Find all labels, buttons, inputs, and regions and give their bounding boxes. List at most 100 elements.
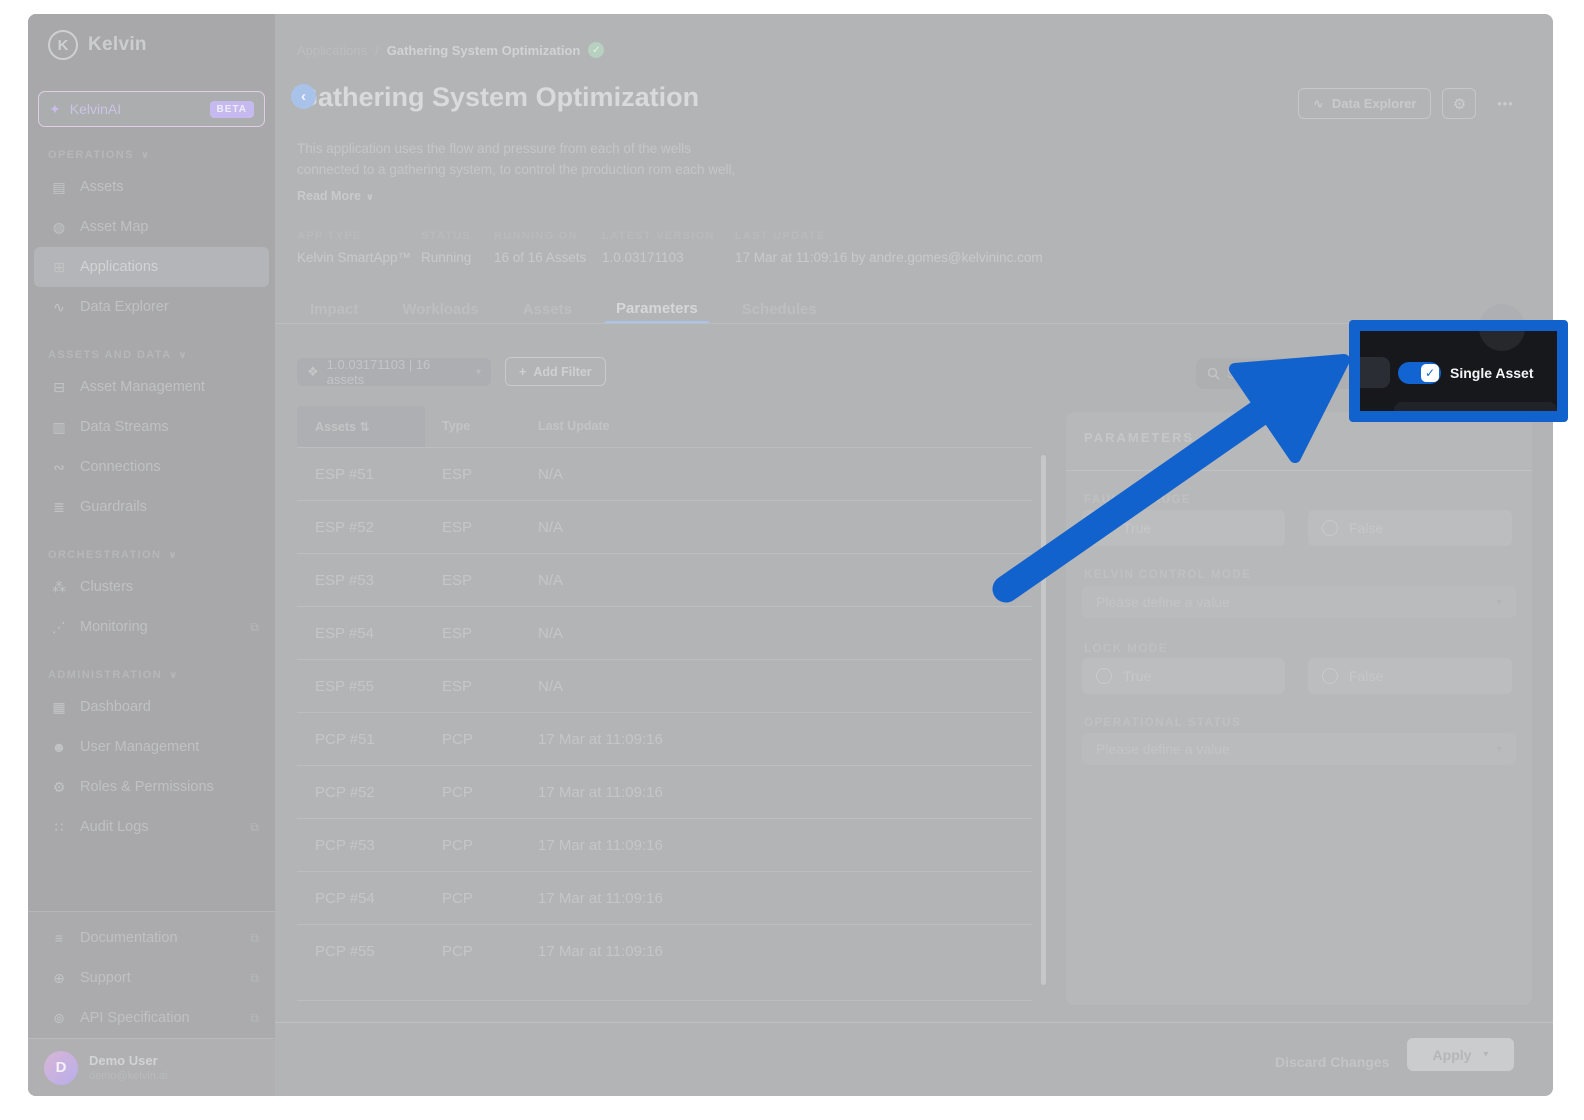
sidebar-item-label: Data Streams — [80, 419, 259, 435]
table-row[interactable]: PCP #51 PCP 17 Mar at 11:09:16 — [297, 712, 1032, 765]
sidebar-item-label: User Management — [80, 739, 259, 755]
parameters-title: PARAMETERS — [1084, 430, 1194, 445]
sidebar-item-connections[interactable]: ∾ Connections — [28, 447, 275, 487]
add-filter-button[interactable]: + Add Filter — [505, 357, 606, 386]
table-row[interactable]: PCP #53 PCP 17 Mar at 11:09:16 — [297, 818, 1032, 871]
ellipsis-icon: ••• — [1497, 96, 1514, 111]
sidebar: K Kelvin ✦ KelvinAI BETA OPERATIONS ∨ ▤ … — [28, 14, 275, 1096]
sidebar-item-user-management[interactable]: ☻ User Management — [28, 727, 275, 767]
chevron-down-icon: ∨ — [168, 550, 178, 561]
sidebar-collapse-button[interactable]: ‹ — [291, 84, 316, 109]
chevron-left-icon: ‹ — [301, 88, 306, 105]
sidebar-item-kelvinai[interactable]: ✦ KelvinAI BETA — [38, 91, 265, 127]
cell-last-update: N/A — [538, 466, 563, 483]
lock-mode-true-option[interactable]: True — [1082, 658, 1285, 694]
lock-mode-false-option[interactable]: False — [1308, 658, 1512, 694]
settings-button[interactable]: ⚙ — [1442, 88, 1476, 119]
sidebar-item-roles-permissions[interactable]: ⚙ Roles & Permissions — [28, 767, 275, 807]
external-link-icon: ⧉ — [250, 620, 259, 635]
discard-changes-button[interactable]: Discard Changes — [1275, 1054, 1389, 1070]
user-profile[interactable]: D Demo User demo@kelvin.ai — [28, 1038, 275, 1096]
column-header-assets[interactable]: Assets ⇅ — [315, 419, 370, 434]
breadcrumb-applications[interactable]: Applications — [297, 43, 367, 58]
radio-label: True — [1123, 520, 1151, 536]
section-header-assets-and-data[interactable]: ASSETS AND DATA ∨ — [28, 345, 275, 365]
meta-status: STATUS Running — [421, 230, 494, 265]
data-explorer-button[interactable]: ∿ Data Explorer — [1298, 88, 1431, 119]
read-more-label: Read More — [297, 189, 361, 203]
cell-asset: ESP #55 — [315, 678, 374, 695]
meta-value: 16 of 16 Assets — [494, 250, 602, 265]
sidebar-item-label: API Specification — [80, 1010, 238, 1026]
user-info: Demo User demo@kelvin.ai — [89, 1053, 167, 1082]
table-row[interactable]: ESP #52 ESP N/A — [297, 500, 1032, 553]
column-header-last-update[interactable]: Last Update — [538, 419, 610, 433]
sidebar-item-support[interactable]: ⊕ Support ⧉ — [28, 958, 275, 998]
sidebar-item-label: Support — [80, 970, 238, 986]
search-input[interactable]: Search for — [1196, 358, 1372, 389]
tab-schedules[interactable]: Schedules — [731, 295, 828, 324]
sidebar-item-audit-logs[interactable]: ∷ Audit Logs ⧉ — [28, 807, 275, 847]
sidebar-item-api-specification[interactable]: ⊚ API Specification ⧉ — [28, 998, 275, 1038]
main-content: Applications / Gathering System Optimiza… — [275, 14, 1553, 1096]
sidebar-item-assets[interactable]: ▤ Assets — [28, 167, 275, 207]
version-filter-chip[interactable]: ❖ 1.0.03171103 | 16 assets ▾ — [297, 358, 491, 386]
tab-workloads[interactable]: Workloads — [391, 295, 489, 324]
sidebar-item-data-explorer[interactable]: ∿ Data Explorer — [28, 287, 275, 327]
panel-divider — [1066, 470, 1532, 471]
sidebar-item-label: Clusters — [80, 579, 259, 595]
table-scrollbar[interactable] — [1041, 455, 1046, 985]
table-row[interactable]: ESP #54 ESP N/A — [297, 606, 1032, 659]
table-row[interactable]: PCP #52 PCP 17 Mar at 11:09:16 — [297, 765, 1032, 818]
sidebar-item-documentation[interactable]: ≡ Documentation ⧉ — [28, 918, 275, 958]
meta-value: 17 Mar at 11:09:16 by andre.gomes@kelvin… — [735, 250, 1043, 265]
read-more-link[interactable]: Read More∨ — [297, 189, 374, 203]
meta-value: Running — [421, 250, 494, 265]
gear-icon: ⚙ — [1453, 95, 1466, 113]
plus-icon: + — [519, 365, 526, 379]
cell-asset: ESP #51 — [315, 466, 374, 483]
table-row[interactable]: ESP #51 ESP N/A — [297, 447, 1032, 500]
cell-last-update: N/A — [538, 519, 563, 536]
table-row[interactable]: PCP #54 PCP 17 Mar at 11:09:16 — [297, 871, 1032, 924]
section-header-operations[interactable]: OPERATIONS ∨ — [28, 145, 275, 165]
table-row[interactable]: PCP #55 PCP 17 Mar at 11:09:16 — [297, 924, 1032, 977]
sidebar-item-asset-management[interactable]: ⊟ Asset Management — [28, 367, 275, 407]
sidebar-item-clusters[interactable]: ⁂ Clusters — [28, 567, 275, 607]
faulty-gauge-true-option[interactable]: True — [1082, 510, 1285, 546]
sidebar-item-dashboard[interactable]: ▦ Dashboard — [28, 687, 275, 727]
radio-label: True — [1123, 668, 1151, 684]
kelvin-logo[interactable]: K Kelvin — [28, 14, 275, 76]
column-label: Assets — [315, 420, 356, 434]
faulty-gauge-false-option[interactable]: False — [1308, 510, 1512, 546]
cell-last-update: 17 Mar at 11:09:16 — [538, 837, 663, 854]
operational-status-select[interactable]: Please define a value ▾ — [1082, 733, 1516, 765]
table-bottom-divider — [297, 1000, 1032, 1001]
sidebar-item-monitoring[interactable]: ⋰ Monitoring ⧉ — [28, 607, 275, 647]
table-row[interactable]: ESP #53 ESP N/A — [297, 553, 1032, 606]
sidebar-item-guardrails[interactable]: ≣ Guardrails — [28, 487, 275, 527]
tab-assets[interactable]: Assets — [512, 295, 583, 324]
section-label: OPERATIONS — [48, 149, 134, 161]
page-title: Gathering System Optimization — [297, 82, 699, 113]
operational-status-label: OPERATIONAL STATUS — [1084, 717, 1241, 729]
kelvin-control-mode-select[interactable]: Please define a value ▾ — [1082, 586, 1516, 618]
tab-parameters[interactable]: Parameters — [605, 295, 709, 324]
column-header-type[interactable]: Type — [442, 419, 470, 433]
sidebar-item-data-streams[interactable]: ▥ Data Streams — [28, 407, 275, 447]
meta-label: LAST UPDATE — [735, 230, 1043, 242]
sidebar-item-asset-map[interactable]: ◍ Asset Map — [28, 207, 275, 247]
radio-icon — [1322, 520, 1338, 536]
sidebar-item-applications[interactable]: ⊞ Applications — [34, 247, 269, 287]
cell-last-update: N/A — [538, 625, 563, 642]
meta-label: LATEST VERSION — [602, 230, 735, 242]
more-options-button[interactable]: ••• — [1487, 88, 1523, 119]
tab-impact[interactable]: Impact — [299, 295, 369, 324]
section-header-orchestration[interactable]: ORCHESTRATION ∨ — [28, 545, 275, 565]
apply-button[interactable]: Apply ▾ — [1407, 1038, 1514, 1071]
cell-type: PCP — [442, 943, 473, 960]
cell-asset: ESP #52 — [315, 519, 374, 536]
breadcrumb-separator: / — [375, 43, 379, 58]
table-row[interactable]: ESP #55 ESP N/A — [297, 659, 1032, 712]
section-header-administration[interactable]: ADMINISTRATION ∨ — [28, 665, 275, 685]
